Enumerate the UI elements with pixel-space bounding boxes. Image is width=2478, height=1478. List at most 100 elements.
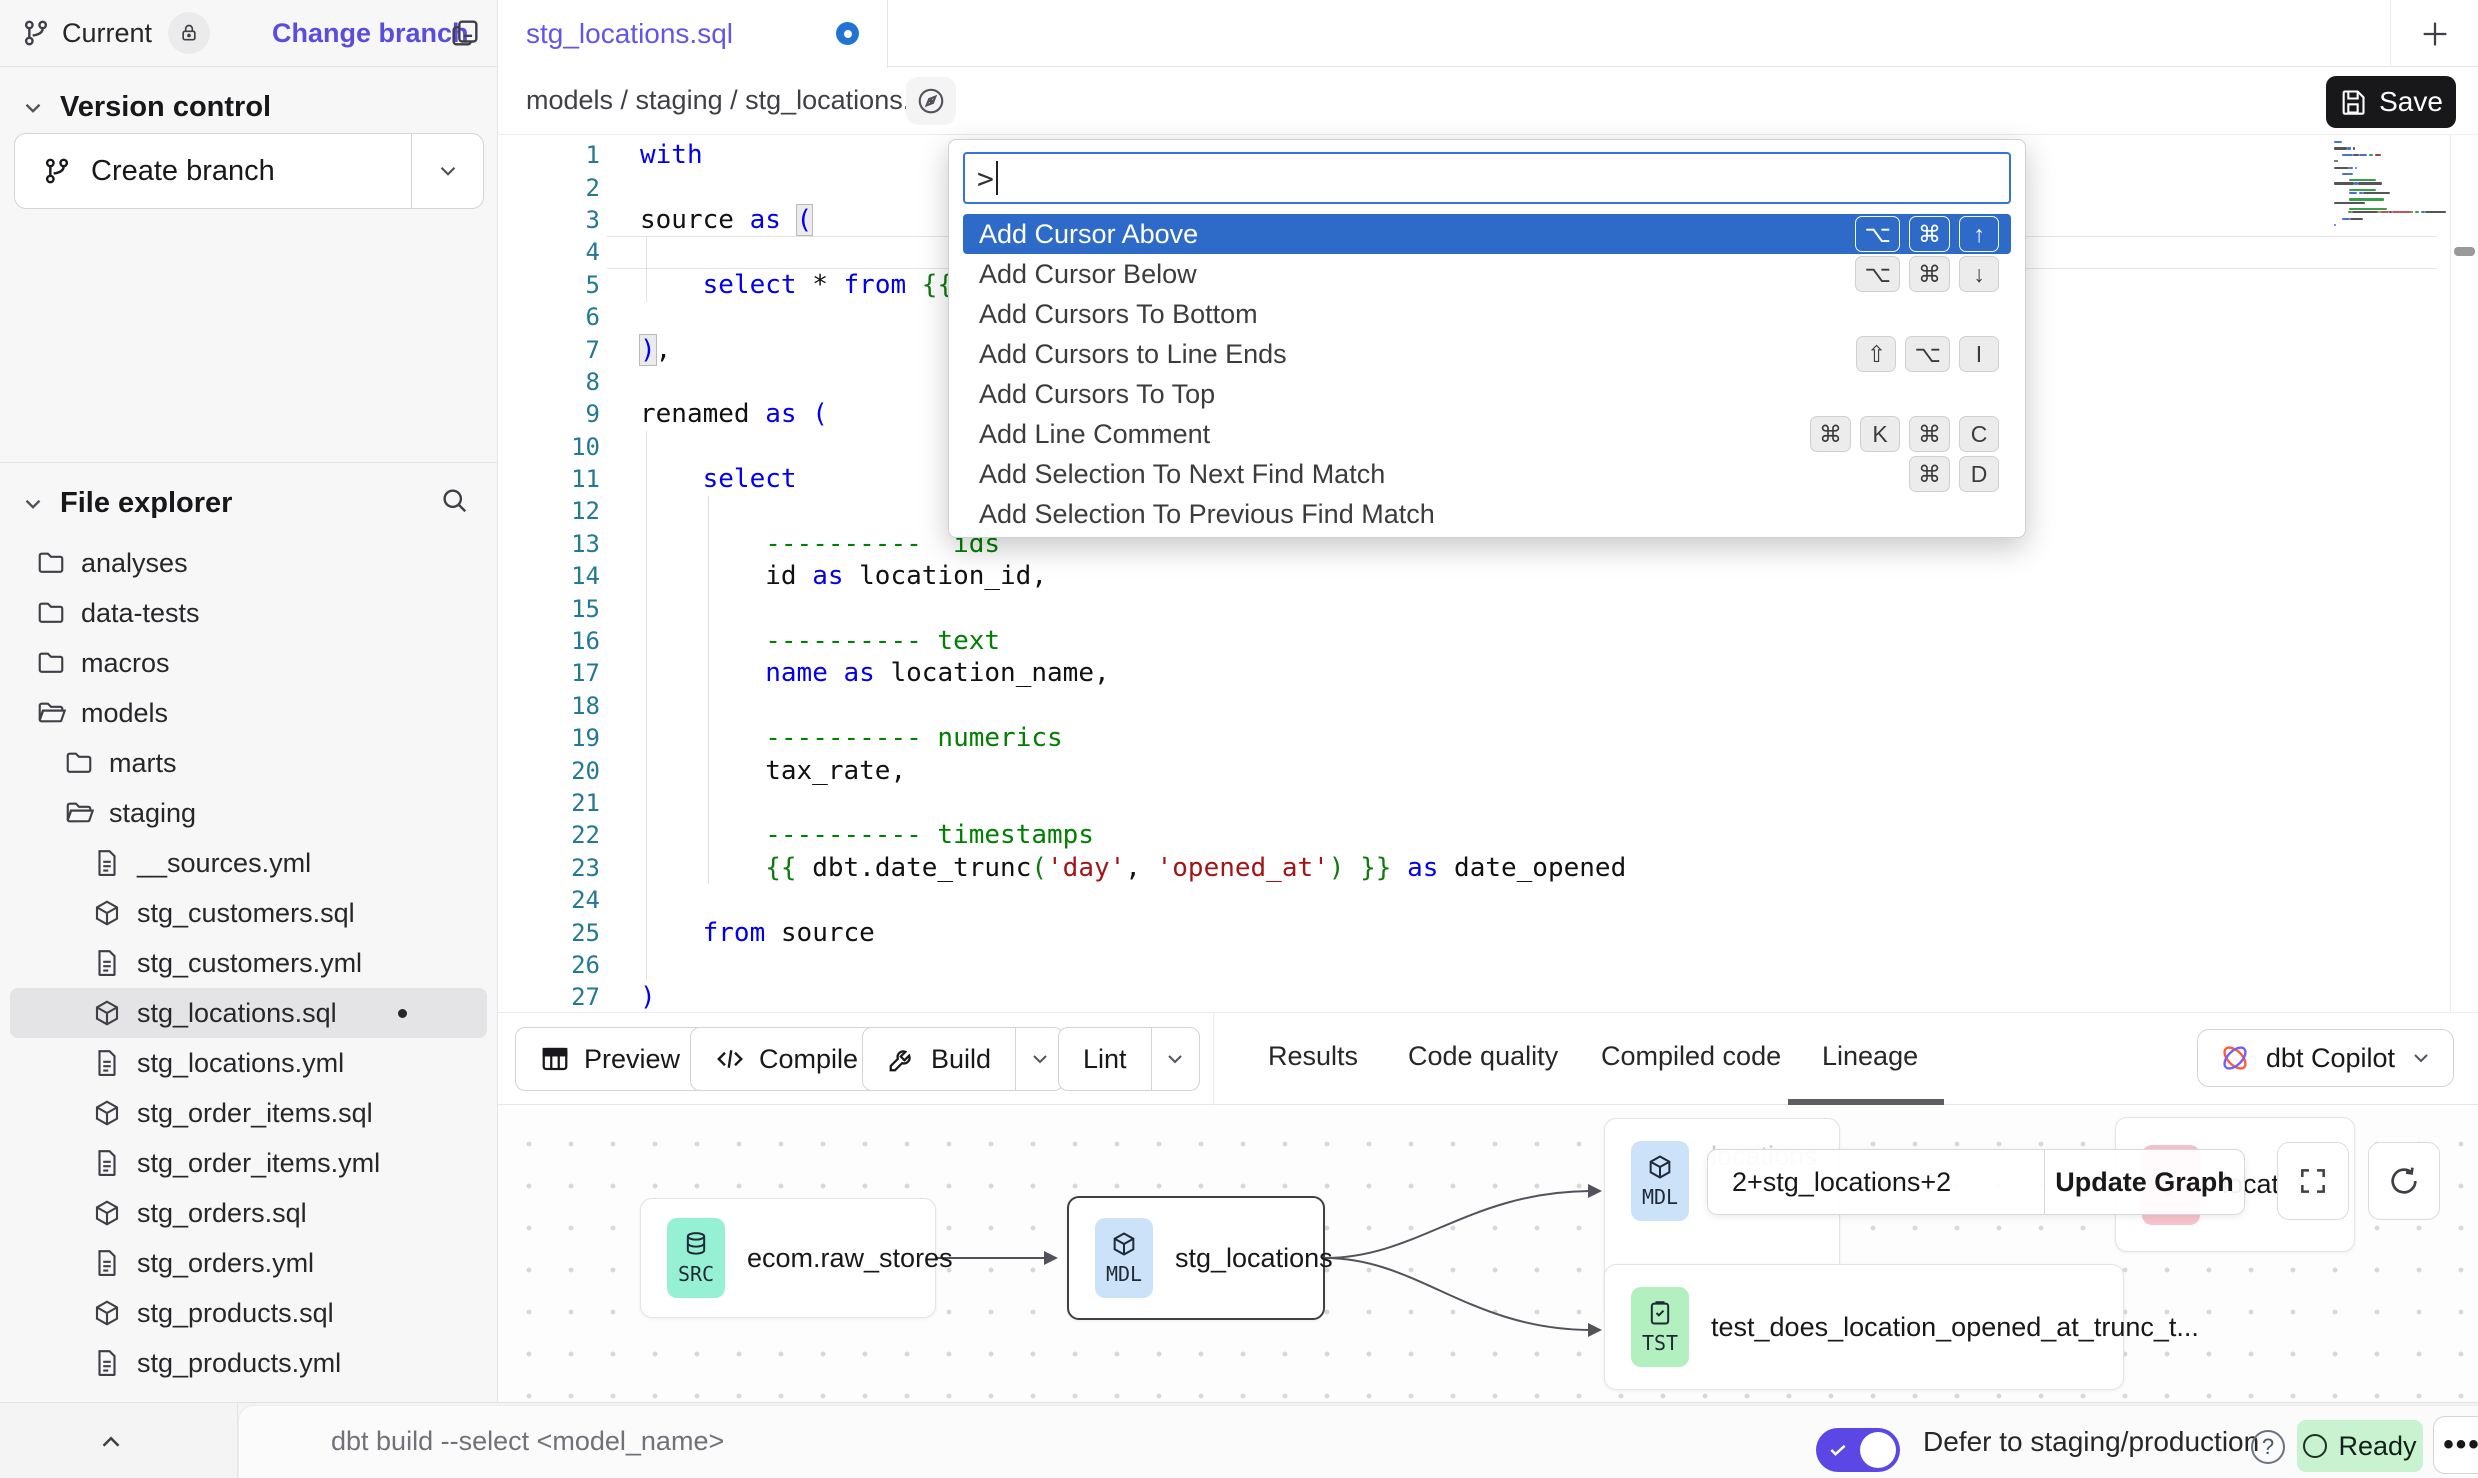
command-input-area[interactable]: dbt build --select <model_name> Defer to… bbox=[238, 1405, 2478, 1478]
compile-button[interactable]: Compile bbox=[690, 1027, 883, 1091]
keycap: I bbox=[1959, 336, 1999, 372]
minimap[interactable] bbox=[2334, 141, 2446, 227]
command-item[interactable]: Add Line Comment⌘K⌘C bbox=[963, 414, 2011, 454]
tab-stg-locations-sql[interactable]: stg_locations.sql bbox=[498, 0, 888, 68]
file-tree-item[interactable]: stg_order_items.yml bbox=[10, 1138, 487, 1188]
line-number: 18 bbox=[498, 692, 600, 720]
keycap: ⌥ bbox=[1905, 336, 1950, 372]
code-line[interactable]: 18 bbox=[498, 690, 2478, 722]
file-tree-item[interactable]: __sources.yml bbox=[10, 838, 487, 888]
new-tab-button[interactable] bbox=[2390, 0, 2478, 67]
file-tree-item[interactable]: stg_customers.yml bbox=[10, 938, 487, 988]
command-item[interactable]: Add Selection To Next Find Match⌘D bbox=[963, 454, 2011, 494]
chevron-up-icon[interactable] bbox=[96, 1427, 126, 1457]
code-line[interactable]: 14 id as location_id, bbox=[498, 560, 2478, 592]
code-line[interactable]: 15 bbox=[498, 592, 2478, 624]
update-graph-button[interactable]: Update Graph bbox=[2044, 1150, 2244, 1214]
scrollbar-thumb[interactable] bbox=[2454, 247, 2475, 256]
code-line[interactable]: 16 ---------- text bbox=[498, 625, 2478, 657]
bottom-toolbar: Preview Compile Build L bbox=[498, 1012, 2478, 1105]
file-tree-item[interactable]: stg_customers.sql bbox=[10, 888, 487, 938]
file-tree-item[interactable]: data-tests bbox=[10, 588, 487, 638]
help-icon[interactable]: ? bbox=[2251, 1430, 2285, 1464]
code-line[interactable]: 21 bbox=[498, 787, 2478, 819]
file-tree-item[interactable]: stg_orders.sql bbox=[10, 1188, 487, 1238]
code-line[interactable]: 22 ---------- timestamps bbox=[498, 819, 2478, 851]
create-branch-button[interactable]: Create branch bbox=[14, 133, 484, 209]
preview-label: Preview bbox=[584, 1044, 680, 1075]
file-tree-item[interactable]: stg_products.yml bbox=[10, 1338, 487, 1388]
command-palette-input[interactable]: > bbox=[963, 152, 2011, 204]
file-tree-item[interactable]: stg_order_items.sql bbox=[10, 1088, 487, 1138]
command-item[interactable]: Add Cursor Below⌥⌘↓ bbox=[963, 254, 2011, 294]
chevron-down-icon[interactable] bbox=[20, 95, 46, 121]
chevron-down-icon bbox=[2409, 1046, 2433, 1070]
search-icon[interactable] bbox=[439, 485, 469, 515]
file-navigate-icon[interactable] bbox=[906, 77, 956, 125]
file-name: macros bbox=[81, 648, 170, 679]
keycap: ↓ bbox=[1959, 256, 1999, 292]
file-tree-item[interactable]: marts bbox=[10, 738, 487, 788]
lineage-node-test[interactable]: TST test_does_location_opened_at_trunc_t… bbox=[1604, 1264, 2124, 1390]
line-number: 19 bbox=[498, 724, 600, 752]
lineage-node-stg-locations[interactable]: MDL stg_locations bbox=[1067, 1196, 1325, 1320]
preview-button[interactable]: Preview bbox=[515, 1027, 705, 1091]
keycap: ⌥ bbox=[1855, 256, 1900, 292]
cli-command-placeholder: dbt build --select <model_name> bbox=[331, 1426, 724, 1457]
copy-icon[interactable] bbox=[448, 16, 482, 50]
refresh-button[interactable] bbox=[2368, 1142, 2440, 1220]
create-branch-dropdown[interactable] bbox=[411, 134, 483, 208]
command-label: Add Cursors To Top bbox=[979, 379, 1999, 410]
command-item[interactable]: Add Cursors To Top bbox=[963, 374, 2011, 414]
code-line[interactable]: 19 ---------- numerics bbox=[498, 722, 2478, 754]
table-icon bbox=[540, 1044, 570, 1074]
chevron-down-icon[interactable] bbox=[20, 491, 46, 517]
file-tree-item[interactable]: stg_locations.yml bbox=[10, 1038, 487, 1088]
lint-button[interactable]: Lint bbox=[1058, 1027, 1200, 1091]
code-line[interactable]: 27) bbox=[498, 981, 2478, 1012]
lineage-graph[interactable]: MDL locations locations SRC ecom.raw_ bbox=[498, 1105, 2478, 1402]
fullscreen-button[interactable] bbox=[2277, 1142, 2349, 1220]
file-tree-item[interactable]: stg_products.sql bbox=[10, 1288, 487, 1338]
status-circle-icon bbox=[2303, 1434, 2327, 1458]
command-item[interactable]: Add Cursors to Line Ends⇧⌥I bbox=[963, 334, 2011, 374]
code-line[interactable]: 24 bbox=[498, 884, 2478, 916]
editor-scrollbar[interactable] bbox=[2450, 135, 2478, 1012]
lint-dropdown[interactable] bbox=[1151, 1028, 1199, 1090]
code-line[interactable]: 17 name as location_name, bbox=[498, 657, 2478, 689]
tab-code-quality[interactable]: Code quality bbox=[1408, 1041, 1558, 1072]
code-line[interactable]: 26 bbox=[498, 949, 2478, 981]
build-button[interactable]: Build bbox=[862, 1027, 1064, 1091]
file-tree-item[interactable]: analyses bbox=[10, 538, 487, 588]
code-line[interactable]: 20 tax_rate, bbox=[498, 754, 2478, 786]
dbt-copilot-button[interactable]: dbt Copilot bbox=[2197, 1029, 2454, 1087]
more-options-button[interactable]: ••• bbox=[2433, 1416, 2478, 1474]
file-tree-item[interactable]: models bbox=[10, 688, 487, 738]
keycap: ⌘ bbox=[1909, 416, 1950, 452]
palette-input-value: > bbox=[977, 162, 994, 195]
code-line[interactable]: 25 from source bbox=[498, 916, 2478, 948]
code-line[interactable]: 23 {{ dbt.date_trunc('day', 'opened_at')… bbox=[498, 852, 2478, 884]
tab-compiled-code[interactable]: Compiled code bbox=[1601, 1041, 1781, 1072]
file-tree-item[interactable]: macros bbox=[10, 638, 487, 688]
keycap: ↑ bbox=[1959, 216, 1999, 252]
command-item[interactable]: Add Cursors To Bottom bbox=[963, 294, 2011, 334]
lineage-selector-input[interactable]: 2+stg_locations+2 bbox=[1708, 1150, 2044, 1214]
file-tree-item[interactable]: stg_locations.sql bbox=[10, 988, 487, 1038]
keycap: ⇧ bbox=[1856, 336, 1896, 372]
file-tree-item[interactable]: staging bbox=[10, 788, 487, 838]
keycap: K bbox=[1860, 416, 1900, 452]
file-tree-item[interactable]: stg_orders.yml bbox=[10, 1238, 487, 1288]
line-content: tax_rate, bbox=[640, 756, 906, 786]
lineage-node-source[interactable]: SRC ecom.raw_stores bbox=[640, 1198, 936, 1318]
defer-toggle[interactable] bbox=[1816, 1428, 1900, 1472]
change-branch-link[interactable]: Change branch bbox=[272, 18, 469, 49]
build-dropdown[interactable] bbox=[1015, 1028, 1063, 1090]
tab-results[interactable]: Results bbox=[1268, 1041, 1358, 1072]
tab-lineage[interactable]: Lineage bbox=[1822, 1041, 1918, 1072]
active-tab-underline bbox=[1788, 1099, 1944, 1105]
save-button[interactable]: Save bbox=[2326, 76, 2456, 128]
command-item[interactable]: Add Selection To Previous Find Match bbox=[963, 494, 2011, 534]
line-number: 22 bbox=[498, 821, 600, 849]
command-item[interactable]: Add Cursor Above⌥⌘↑ bbox=[963, 214, 2011, 254]
